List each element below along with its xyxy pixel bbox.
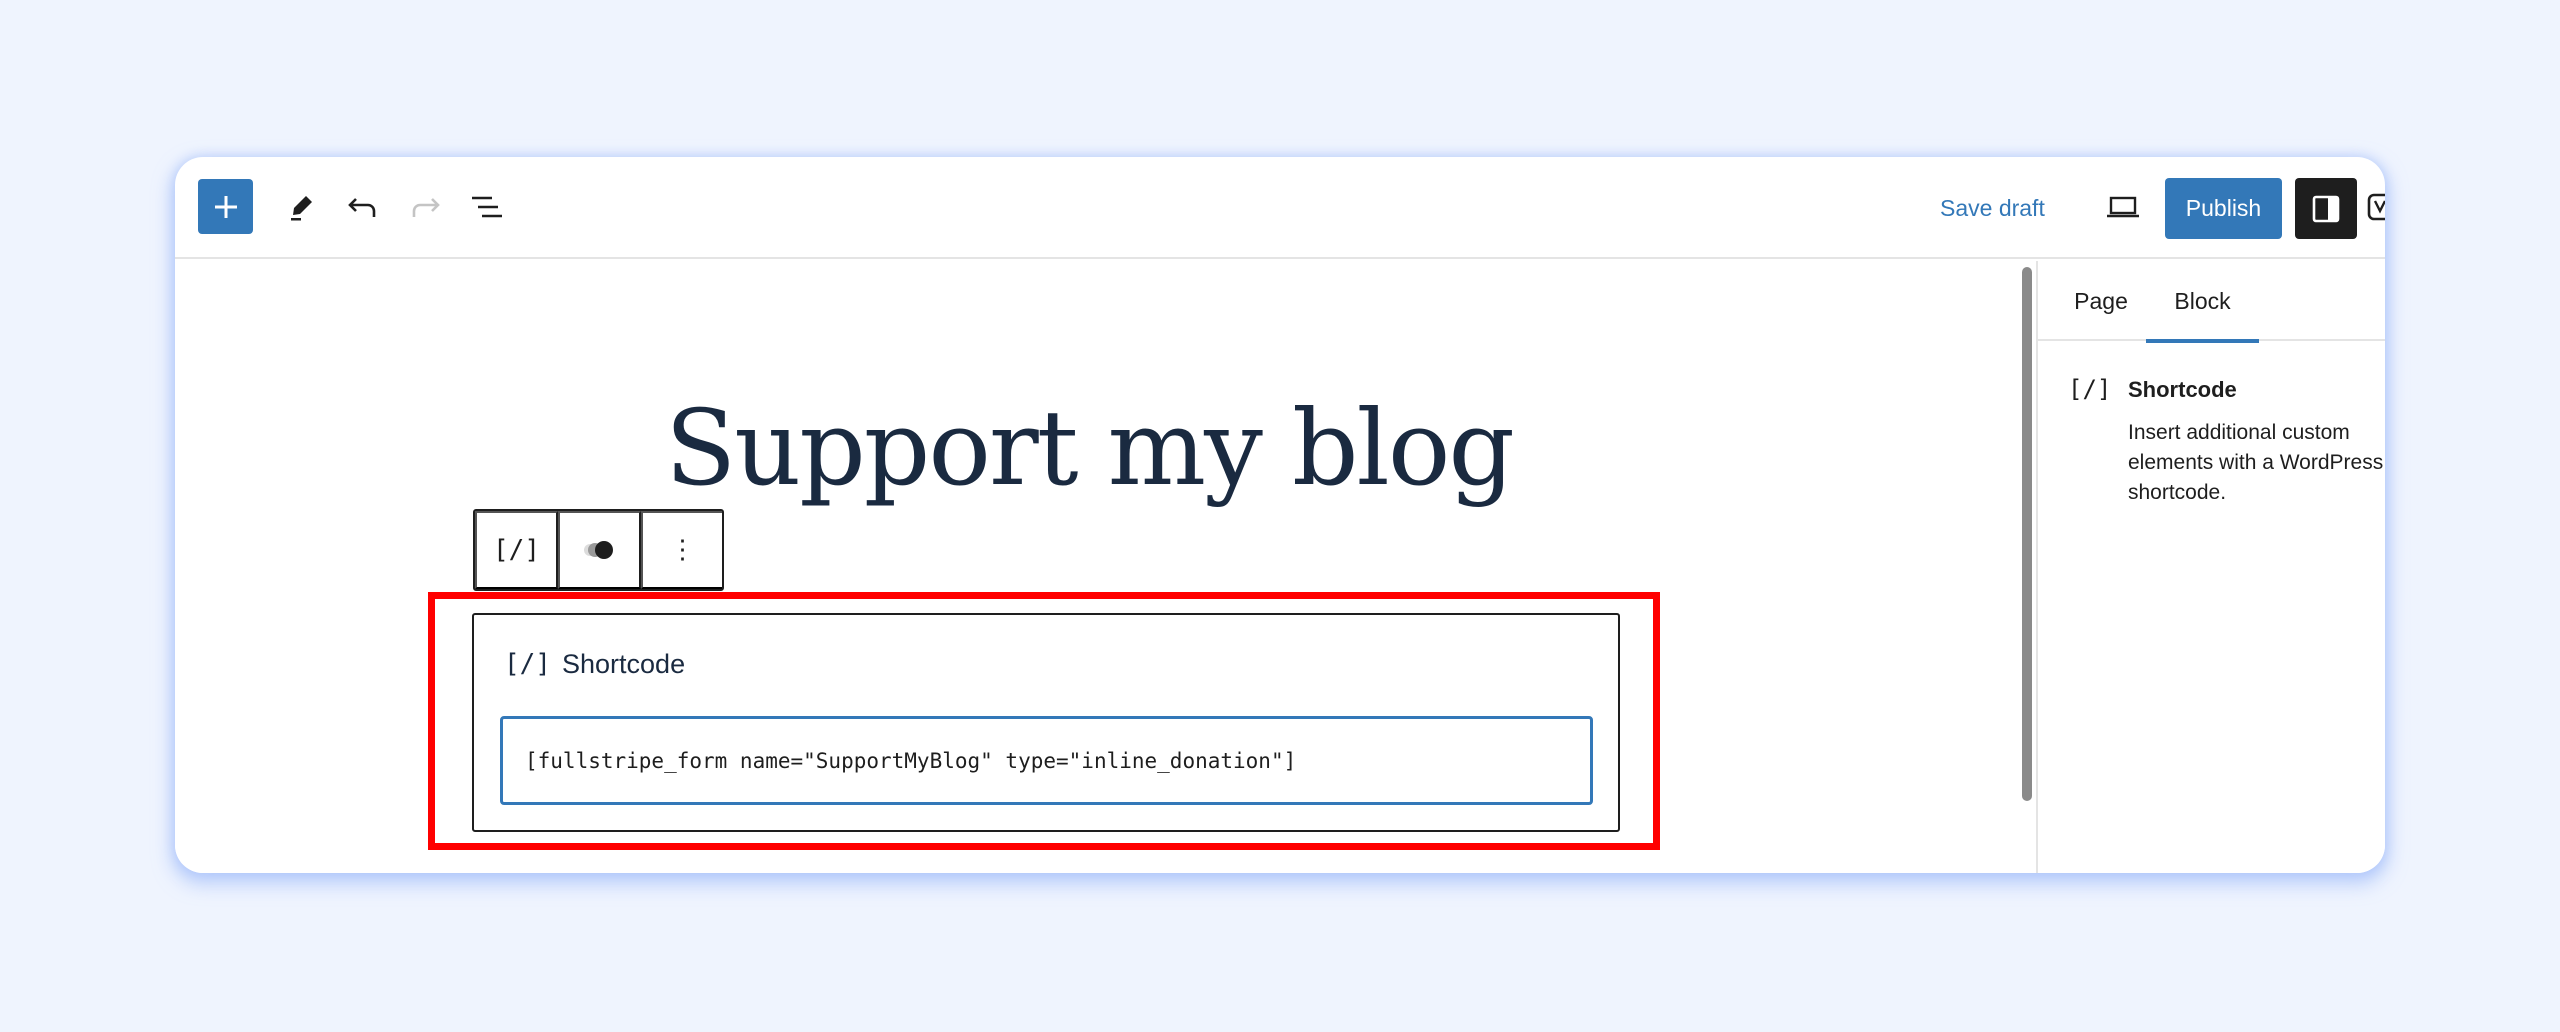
- shortcode-block[interactable]: [/] Shortcode: [472, 613, 1620, 832]
- redo-button[interactable]: [397, 179, 452, 234]
- canvas-scrollbar[interactable]: [2022, 267, 2032, 801]
- sidebar-panel-icon: [2312, 195, 2340, 222]
- pencil-icon: [290, 195, 312, 220]
- tab-block[interactable]: Block: [2146, 261, 2259, 343]
- vertical-ellipsis-icon: ⋮: [669, 535, 696, 565]
- undo-button[interactable]: [335, 179, 390, 234]
- shortcode-input[interactable]: [500, 716, 1593, 805]
- list-view-button[interactable]: [459, 179, 514, 234]
- settings-toggle-button[interactable]: [2295, 178, 2357, 239]
- redo-icon: [412, 197, 440, 217]
- editor-window: Save draft Publish Support my blog [/] ⋮: [175, 157, 2385, 873]
- page-title[interactable]: Support my blog: [665, 391, 1515, 506]
- save-draft-button[interactable]: Save draft: [1940, 191, 2045, 225]
- laptop-icon: [2106, 196, 2139, 217]
- list-view-icon: [471, 196, 502, 217]
- settings-sidebar: Page Block [/] Shortcode Insert addition…: [2036, 261, 2385, 873]
- block-type-button[interactable]: [/]: [475, 511, 558, 589]
- plugin-button[interactable]: [2367, 179, 2385, 234]
- tools-button[interactable]: [273, 179, 328, 234]
- block-card-description: Insert additional custom elements with a…: [2128, 421, 2384, 504]
- block-toolbar: [/] ⋮: [473, 509, 724, 591]
- tab-page[interactable]: Page: [2056, 261, 2146, 341]
- shortcode-label: Shortcode: [562, 649, 686, 679]
- move-block-button[interactable]: [558, 511, 641, 589]
- block-card-title: Shortcode: [2128, 377, 2237, 402]
- preview-button[interactable]: [2095, 179, 2150, 234]
- add-block-button[interactable]: [198, 179, 253, 234]
- publish-button[interactable]: Publish: [2165, 178, 2282, 239]
- undo-icon: [347, 197, 375, 217]
- shortcode-icon: [/]: [493, 535, 540, 565]
- shortcode-icon: [/]: [2068, 375, 2112, 403]
- plugin-icon: [2367, 193, 2385, 220]
- drag-handle-icon: [583, 541, 613, 559]
- editor-canvas[interactable]: Support my blog [/] ⋮ [/] Shortcode: [175, 261, 2036, 873]
- shortcode-icon: [/]: [504, 649, 551, 679]
- editor-header: Save draft Publish: [175, 157, 2385, 259]
- more-options-button[interactable]: ⋮: [641, 511, 722, 589]
- plus-icon: [214, 195, 237, 218]
- sidebar-tabs: Page Block: [2038, 261, 2385, 343]
